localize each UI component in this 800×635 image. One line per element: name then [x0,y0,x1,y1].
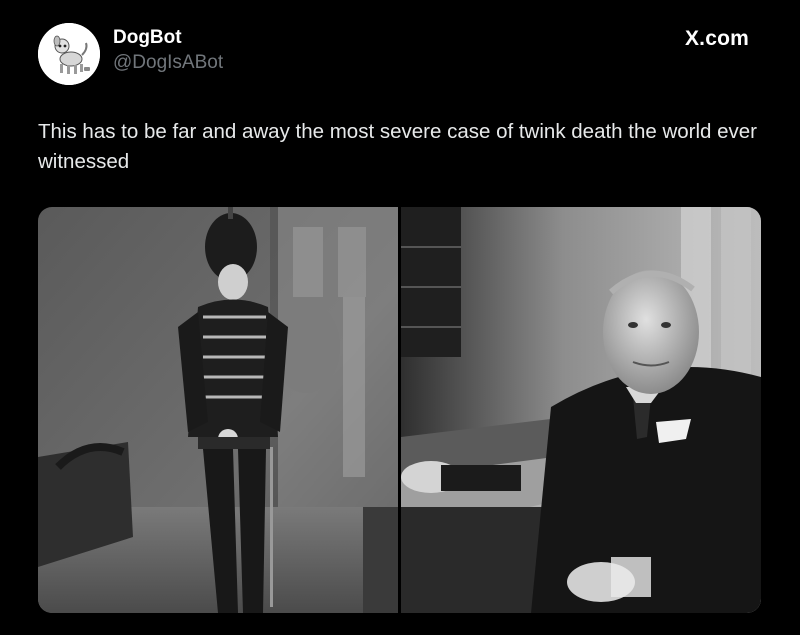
x-logo-brand: X.com [684,27,749,50]
robot-dog-icon [38,23,100,85]
photo-older-man[interactable] [401,207,761,613]
tweet-text: This has to be far and away the most sev… [38,120,758,173]
older-man-photo-icon [401,207,761,613]
photo-young-soldier[interactable] [38,207,398,613]
media-grid [38,207,761,613]
author-handle[interactable]: @DogIsABot [113,52,223,74]
young-soldier-photo-icon [38,207,398,613]
author-display-name[interactable]: DogBot [113,27,182,49]
avatar[interactable] [38,23,100,85]
